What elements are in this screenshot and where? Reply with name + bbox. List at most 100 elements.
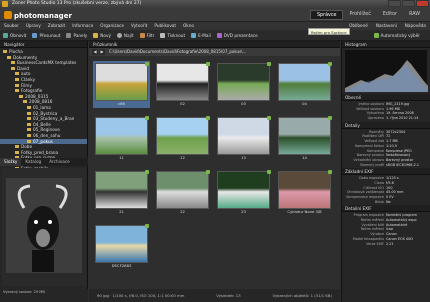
left-status: Vybraný soubor: 29 MB xyxy=(0,289,88,302)
thumbnail-caption: 13 xyxy=(241,155,246,160)
new-button[interactable]: Nový xyxy=(93,32,111,38)
tree-item-label: 05_Reginove xyxy=(33,127,60,133)
menu-help[interactable]: Nápověda xyxy=(405,22,426,30)
thumbnail-item[interactable]: 04 xyxy=(276,61,333,108)
left-tabs: Složky Katalog Archivace xyxy=(0,158,88,166)
auto-select-button[interactable]: Automatický výběr xyxy=(373,32,420,38)
histogram xyxy=(345,50,428,92)
thumbnail-item[interactable]: Cyklotur Nove 3/8 xyxy=(276,169,333,216)
checkmark-icon xyxy=(206,116,210,120)
checkmark-icon xyxy=(206,62,210,66)
property-key: Blesk xyxy=(374,199,384,204)
move-button[interactable]: Přesunout xyxy=(32,32,60,38)
folder-icon xyxy=(27,111,31,115)
thumbnail-item[interactable]: 14 xyxy=(276,115,333,162)
tree-item-label: Clánky xyxy=(21,76,36,82)
info-section-title[interactable]: Detailní EXIF xyxy=(342,205,430,213)
folder-icon xyxy=(3,50,7,53)
menu-organize[interactable]: Organizace xyxy=(100,22,124,30)
mode-viewer-tab[interactable]: Prohlížeč xyxy=(343,10,376,20)
filter-button[interactable]: Filtr xyxy=(139,32,154,38)
info-section-title[interactable]: Obecné xyxy=(342,94,430,101)
move-icon xyxy=(32,32,38,38)
folder-icon xyxy=(27,133,31,137)
folder-icon xyxy=(27,139,31,143)
close-button[interactable] xyxy=(416,0,429,7)
forward-arrow-icon[interactable]: ▶ xyxy=(99,49,105,55)
mail-icon xyxy=(191,32,197,38)
folder-icon xyxy=(15,77,19,81)
dvd-button[interactable]: DVD prezentace xyxy=(216,32,258,38)
tree-item-label: 2008_0816 xyxy=(29,99,53,105)
thumbnail-caption: 22 xyxy=(180,209,185,214)
window-title: Zoner Photo Studio 13 Pro (zkušební verz… xyxy=(12,1,142,6)
tree-item-label: 03_Studeny_a_Bran xyxy=(33,116,75,122)
info-section-title[interactable]: Základní EXIF xyxy=(342,168,430,176)
folder-icon xyxy=(27,122,31,126)
find-button[interactable]: Najít xyxy=(116,32,134,38)
thumbnail-image xyxy=(156,171,209,209)
thumbnail-item[interactable]: c66 xyxy=(93,61,150,108)
thumbnail-item[interactable]: 11 xyxy=(93,115,150,162)
folder-icon xyxy=(11,61,15,65)
tab-folders[interactable]: Složky xyxy=(0,158,22,166)
menu-view[interactable]: Zobrazit xyxy=(48,22,65,30)
menu-publish[interactable]: Publikovat xyxy=(154,22,176,30)
toolbar: Obnovit Přesunout Panely Nový Najít Filt… xyxy=(0,30,430,41)
mode-raw-tab[interactable]: RAW xyxy=(403,10,426,20)
thumbnail-item[interactable]: DSCF2883 xyxy=(93,223,150,270)
thumbnail-item[interactable]: 02 xyxy=(154,61,211,108)
app-window: Zoner Photo Studio 13 Pro (zkušební verz… xyxy=(0,0,430,302)
thumbnail-image xyxy=(217,171,270,209)
panels-button[interactable]: Panely xyxy=(66,32,87,38)
email-button[interactable]: E-Mail xyxy=(191,32,211,38)
thumbnail-caption: 12 xyxy=(180,155,185,160)
tab-catalog[interactable]: Katalog xyxy=(21,158,45,166)
maximize-button[interactable] xyxy=(402,0,415,7)
mode-editor-tab[interactable]: Editor xyxy=(377,10,403,20)
menu-favorites[interactable]: Oblíbené xyxy=(349,22,368,30)
tree-item-label: 07_pokus xyxy=(33,138,53,144)
browser-panel: Průzkumník ◀ ▶ C:\Users\David\Documents\D… xyxy=(89,41,340,291)
property-value: sRGB IEC61966-2.1 xyxy=(386,162,420,167)
mode-manager-tab[interactable]: Správce xyxy=(310,10,344,20)
thumbnail-item[interactable]: 22 xyxy=(154,169,211,216)
info-panel: Histogram Obecné Jméno souboru IMG_2319.jp… xyxy=(341,41,430,302)
info-section-title[interactable]: Detaily xyxy=(342,121,430,129)
mode-switcher: Správce Prohlížeč Editor RAW xyxy=(310,10,426,20)
menu-bar: Soubor Úpravy Zobrazit Informace Organiz… xyxy=(0,22,430,30)
folder-icon xyxy=(27,128,31,132)
mode-tooltip: Režim pro Správce xyxy=(308,28,350,35)
thumbnail-item[interactable]: 21 xyxy=(93,169,150,216)
checkmark-icon xyxy=(145,116,149,120)
tab-archive[interactable]: Archivace xyxy=(45,158,74,166)
refresh-button[interactable]: Obnovit xyxy=(3,32,26,38)
menu-info[interactable]: Informace xyxy=(72,22,93,30)
thumbnail-caption: DSCF2883 xyxy=(111,263,132,268)
menu-settings[interactable]: Nastavení xyxy=(376,22,397,30)
path-text: C:\Users\David\Documents\David\Fotografi… xyxy=(109,49,247,54)
thumbnail-item[interactable]: 12 xyxy=(154,115,211,162)
new-folder-icon xyxy=(93,32,99,38)
folder-icon xyxy=(15,83,19,87)
browser-title: Průzkumník xyxy=(89,41,340,48)
print-button[interactable]: Tisknout xyxy=(160,32,185,38)
minimize-button[interactable] xyxy=(388,0,401,7)
folder-icon xyxy=(19,94,23,98)
menu-edit[interactable]: Úpravy xyxy=(26,22,41,30)
back-arrow-icon[interactable]: ◀ xyxy=(92,49,98,55)
menu-window[interactable]: Okno xyxy=(183,22,194,30)
thumbnail-item[interactable]: 03 xyxy=(215,61,272,108)
goat-preview-image xyxy=(2,168,86,286)
app-icon xyxy=(2,1,8,7)
folder-icon xyxy=(27,117,31,121)
thumbnail-caption: 11 xyxy=(119,155,124,160)
thumbnail-item[interactable]: 23 xyxy=(215,169,272,216)
refresh-icon xyxy=(3,32,8,38)
menu-create[interactable]: Vytvořit xyxy=(131,22,147,30)
property-key: Barevný profil xyxy=(360,162,384,167)
menu-file[interactable]: Soubor xyxy=(4,22,19,30)
status-right: Vybraných objektů: 1 (31/1 KB) xyxy=(272,293,332,298)
path-bar[interactable]: ◀ ▶ C:\Users\David\Documents\David\Fotogr… xyxy=(89,48,340,56)
thumbnail-item[interactable]: 13 xyxy=(215,115,272,162)
